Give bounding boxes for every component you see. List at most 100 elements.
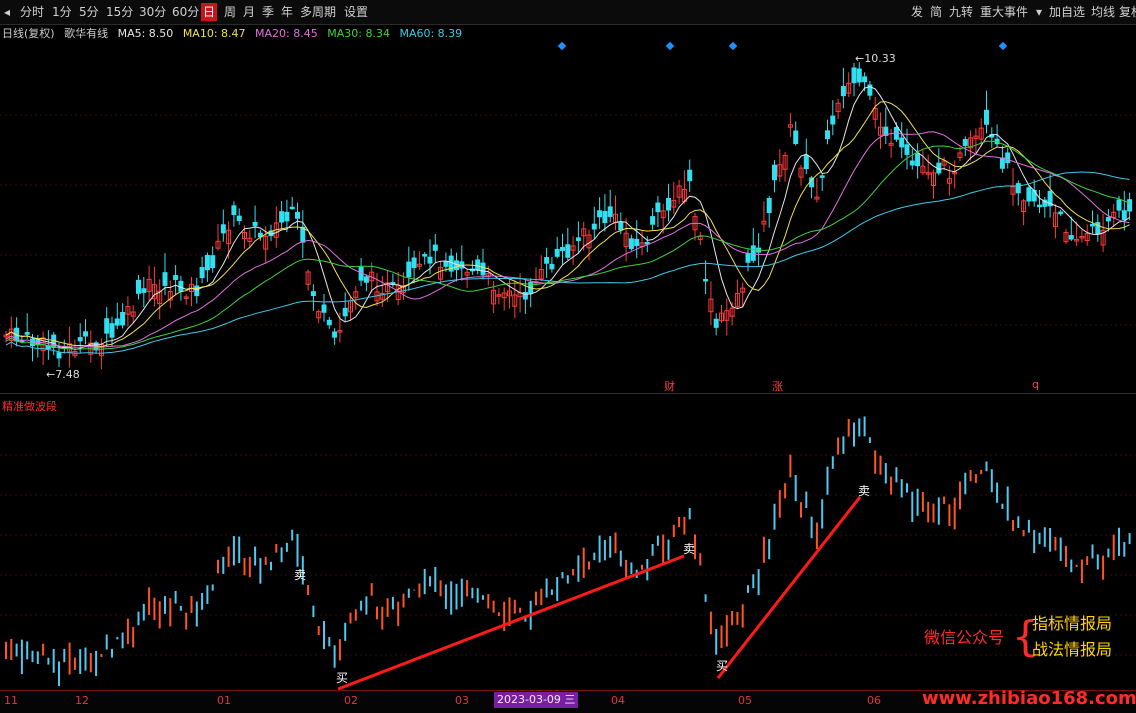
panel-divider[interactable] — [0, 393, 1136, 394]
candle-body — [1058, 211, 1064, 215]
candle-body — [332, 331, 338, 338]
high-price-label: ←10.33 — [855, 52, 896, 65]
candle-body — [544, 257, 550, 264]
diamond-marker — [998, 41, 1008, 51]
candle-body — [766, 197, 772, 214]
watermark-wechat: 微信公众号 — [924, 628, 1005, 647]
ma-line — [5, 101, 1130, 348]
candle-body — [1005, 152, 1011, 164]
watermark-line1: 指标情报局 — [1032, 614, 1113, 633]
candle-body — [1015, 183, 1021, 194]
candle-body — [279, 211, 285, 223]
candle-body — [856, 68, 862, 83]
buy-signal: 买 — [336, 671, 349, 685]
buy-signal: 买 — [716, 659, 729, 673]
candle-body — [1105, 217, 1111, 222]
candle-body — [1090, 223, 1095, 227]
candle-body — [284, 211, 290, 222]
candle-body — [899, 137, 905, 148]
candle-body — [607, 206, 613, 217]
candle-body — [591, 223, 597, 230]
candle-body — [236, 215, 242, 222]
candle-body — [830, 115, 836, 125]
candle-body — [1116, 199, 1122, 211]
sell-signal: 卖 — [858, 484, 871, 498]
trend-line — [337, 554, 685, 690]
candle-body — [252, 221, 258, 227]
trend-line — [716, 496, 862, 679]
candle-body — [231, 205, 237, 216]
axis-month: 06 — [867, 694, 881, 707]
candle-body — [104, 318, 110, 334]
candle-body — [650, 216, 656, 225]
candle-body — [904, 144, 910, 155]
sell-signal: 卖 — [683, 542, 696, 556]
candle-body — [173, 275, 179, 280]
candle-body — [411, 257, 417, 269]
axis-month: 04 — [611, 694, 625, 707]
candle-body — [427, 256, 433, 264]
candle-body — [862, 76, 868, 83]
candle-body — [220, 224, 226, 234]
candle-body — [136, 279, 141, 294]
candle-body — [56, 352, 62, 359]
candle-body — [162, 272, 168, 286]
candle-body — [480, 262, 486, 276]
candle-body — [793, 130, 799, 145]
candle-body — [210, 255, 216, 269]
candle-body — [819, 175, 825, 178]
diamond-marker — [728, 41, 738, 51]
candle-body — [554, 248, 560, 257]
candle-body — [300, 226, 306, 243]
candle-body — [199, 267, 205, 279]
candle-body — [984, 109, 989, 125]
candle-body — [575, 237, 581, 241]
candle-body — [204, 255, 210, 271]
event-tag-q[interactable]: q — [1032, 378, 1039, 391]
event-tag-finance[interactable]: 财 — [664, 378, 675, 394]
candle-body — [565, 244, 571, 258]
diamond-marker — [557, 41, 567, 51]
candle-body — [618, 221, 624, 231]
candle-body — [713, 318, 719, 328]
candle-body — [628, 238, 634, 250]
candle-body — [560, 247, 565, 251]
ma-line — [5, 86, 1130, 351]
candle-body — [406, 261, 412, 278]
candle-body — [443, 261, 449, 267]
diamond-marker — [665, 41, 675, 51]
axis-month: 02 — [344, 694, 358, 707]
axis-month: 11 — [4, 694, 18, 707]
candle-body — [915, 153, 921, 167]
candle-body — [909, 160, 915, 166]
candle-body — [1068, 235, 1074, 240]
candle-body — [77, 337, 83, 342]
candle-body — [803, 154, 809, 170]
candle-body — [289, 206, 295, 210]
candle-body — [962, 139, 968, 147]
candle-body — [687, 169, 693, 182]
candle-body — [114, 318, 120, 326]
axis-month: 05 — [738, 694, 752, 707]
candle-body — [321, 304, 327, 313]
sell-signal: 卖 — [294, 568, 307, 582]
candle-body — [1121, 210, 1127, 221]
candle-body — [634, 238, 640, 247]
axis-month: 01 — [217, 694, 231, 707]
candle-body — [432, 244, 438, 251]
candle-body — [549, 263, 555, 270]
candle-body — [851, 67, 857, 84]
axis-month: 03 — [455, 694, 469, 707]
candle-body — [194, 285, 200, 297]
candle-body — [644, 241, 650, 245]
low-price-label: ←7.48 — [46, 368, 80, 381]
sub-indicator-title[interactable]: 精准做波段 — [2, 398, 57, 414]
candle-body — [750, 245, 756, 261]
candle-body — [840, 86, 846, 97]
candle-body — [745, 253, 751, 263]
candle-body — [120, 311, 126, 326]
event-tag-rise[interactable]: 涨 — [772, 378, 783, 394]
axis-month: 12 — [75, 694, 89, 707]
candle-body — [24, 332, 30, 335]
kline-chart[interactable] — [0, 0, 1136, 690]
